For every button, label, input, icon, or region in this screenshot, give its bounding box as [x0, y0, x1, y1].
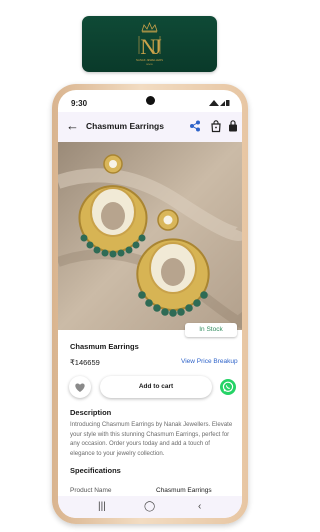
view-price-breakup-link[interactable]: View Price Breakup	[181, 358, 238, 365]
product-image	[58, 142, 242, 330]
recents-button[interactable]: |||	[98, 500, 106, 514]
back-button[interactable]: ‹	[198, 500, 201, 514]
svg-text:SINCE: SINCE	[146, 64, 153, 66]
camera-hole	[146, 96, 155, 105]
add-to-cart-button[interactable]: Add to cart	[100, 376, 212, 398]
shopping-bag-icon[interactable]	[209, 119, 223, 133]
spec-key: Product Name	[70, 487, 112, 494]
system-nav-bar: ||| ◯ ‹	[58, 496, 242, 518]
lock-bag-icon[interactable]	[226, 119, 240, 133]
product-name: Chasmum Earrings	[70, 342, 139, 351]
svg-text:NJ: NJ	[140, 34, 162, 59]
spec-value: Chasmum Earrings	[156, 487, 212, 494]
brand-logo: NJ NANAK JEWELLERS SINCE	[82, 16, 217, 72]
status-bar: 9:30	[58, 90, 242, 112]
status-icons	[208, 99, 230, 109]
wifi-icon	[209, 100, 219, 106]
back-arrow-icon[interactable]: ←	[66, 118, 79, 134]
svg-text:NANAK JEWELLERS: NANAK JEWELLERS	[136, 58, 163, 62]
heart-icon	[75, 383, 85, 392]
share-icon[interactable]	[188, 119, 202, 133]
in-stock-badge: In Stock	[185, 323, 237, 337]
specifications-heading: Specifications	[70, 466, 121, 475]
wishlist-button[interactable]	[69, 376, 91, 398]
signal-icon	[220, 101, 225, 106]
phone-frame: 9:30 ← Chasmum Earrings In Stock Chasmum…	[52, 84, 248, 524]
app-bar: ← Chasmum Earrings	[58, 112, 242, 142]
phone-screen: 9:30 ← Chasmum Earrings In Stock Chasmum…	[58, 90, 242, 518]
description-text: Introducing Chasmum Earrings by Nanak Je…	[70, 421, 233, 457]
app-bar-title: Chasmum Earrings	[86, 121, 164, 131]
description-heading: Description	[70, 408, 112, 417]
product-price: ₹146659	[70, 358, 100, 367]
brand-logo-graphic: NJ NANAK JEWELLERS SINCE	[136, 21, 165, 66]
whatsapp-icon	[222, 381, 234, 393]
earrings-illustration	[58, 142, 242, 330]
home-button[interactable]: ◯	[144, 500, 155, 514]
battery-icon	[226, 100, 230, 106]
page: NJ NANAK JEWELLERS SINCE 9:30 ← Chasmum …	[0, 0, 300, 532]
whatsapp-button[interactable]	[220, 379, 236, 395]
status-time: 9:30	[71, 99, 88, 108]
